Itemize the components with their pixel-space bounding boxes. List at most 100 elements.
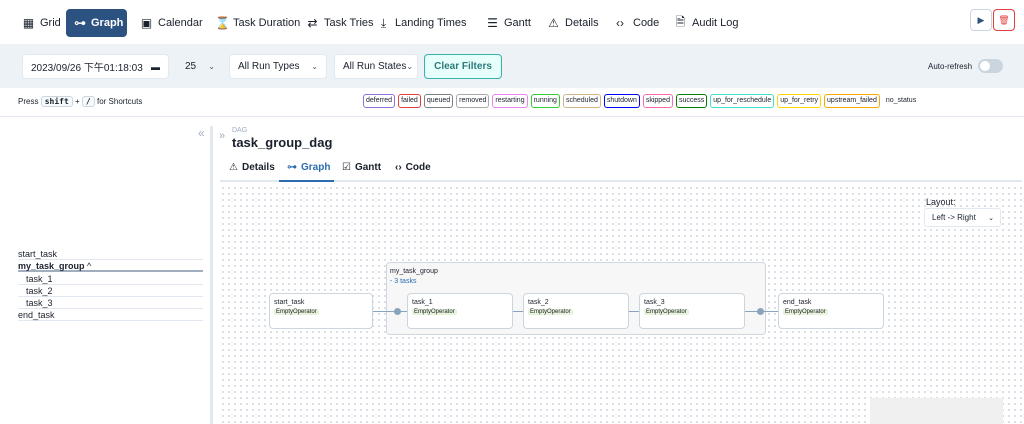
nav-audit-log-label: Audit Log bbox=[692, 17, 739, 29]
nav-gantt-label: Gantt bbox=[504, 17, 531, 29]
gantt-icon: ☑ bbox=[342, 162, 351, 173]
calendar-icon: ▣ bbox=[140, 16, 153, 30]
nav-code[interactable]: ‹› Code bbox=[604, 9, 667, 37]
node-name: task_3 bbox=[644, 299, 665, 306]
legend-queued[interactable]: queued bbox=[423, 94, 454, 108]
tree-row-task-3[interactable]: task_3 bbox=[18, 297, 203, 309]
chevron-down-icon: ⌄ bbox=[208, 62, 215, 71]
layout-label: Layout: bbox=[926, 197, 956, 207]
nav-audit-log[interactable]: 🗎 Audit Log bbox=[666, 9, 746, 37]
node-operator: EmptyOperator bbox=[412, 309, 457, 315]
shift-key: shift bbox=[40, 96, 73, 107]
nav-calendar[interactable]: ▣ Calendar bbox=[132, 9, 211, 37]
nav-grid[interactable]: ▦ Grid bbox=[14, 9, 69, 37]
shortcut-plus: + bbox=[75, 97, 80, 106]
trigger-dag-button[interactable]: ▶ bbox=[970, 9, 992, 31]
tree-label: task_1 bbox=[26, 274, 53, 284]
nav-task-tries-label: Task Tries bbox=[324, 17, 374, 29]
tree-label: task_2 bbox=[26, 286, 53, 296]
graph-node-end-task[interactable]: end_task EmptyOperator bbox=[778, 293, 884, 329]
legend-up-for-retry[interactable]: up_for_retry bbox=[777, 94, 822, 108]
nav-task-duration-label: Task Duration bbox=[233, 17, 301, 29]
tree-row-task-1[interactable]: task_1 bbox=[18, 273, 203, 285]
tree-label: start_task bbox=[18, 249, 58, 259]
datetime-input[interactable]: 2023/09/26 下午01:18:03 ▬ bbox=[22, 54, 169, 79]
clear-filters-button[interactable]: Clear Filters bbox=[424, 54, 502, 79]
graph-icon: ⊶ bbox=[287, 162, 297, 173]
nav-graph-label: Graph bbox=[91, 17, 124, 29]
tab-gantt[interactable]: ☑ Gantt bbox=[342, 162, 381, 173]
graph-minimap[interactable] bbox=[870, 398, 1003, 424]
run-types-value: All Run Types bbox=[238, 61, 300, 72]
run-types-select[interactable]: All Run Types ⌄ bbox=[229, 54, 327, 79]
graph-node-task-1[interactable]: task_1 EmptyOperator bbox=[407, 293, 513, 329]
tab-code-label: Code bbox=[405, 162, 431, 173]
node-operator: EmptyOperator bbox=[644, 309, 689, 315]
status-legend: deferred failed queued removed restartin… bbox=[363, 94, 919, 108]
legend-deferred[interactable]: deferred bbox=[363, 94, 396, 108]
tree-label: my_task_group bbox=[18, 261, 85, 271]
chevron-down-icon: ⌄ bbox=[311, 62, 318, 71]
legend-running[interactable]: running bbox=[530, 94, 560, 108]
graph-node-task-2[interactable]: task_2 EmptyOperator bbox=[523, 293, 629, 329]
retry-icon: ⇄ bbox=[307, 16, 318, 30]
num-runs-select[interactable]: 25 ⌄ bbox=[176, 54, 224, 79]
num-runs-value: 25 bbox=[185, 61, 197, 72]
run-states-select[interactable]: All Run States ⌄ bbox=[334, 54, 418, 79]
dag-label: DAG bbox=[232, 127, 248, 134]
tree-row-task-2[interactable]: task_2 bbox=[18, 285, 203, 297]
panel-resizer[interactable] bbox=[210, 126, 213, 424]
nav-landing-times[interactable]: ⤓ Landing Times bbox=[369, 9, 475, 37]
task-group-count[interactable]: - 3 tasks bbox=[390, 278, 416, 285]
divider bbox=[0, 116, 1024, 117]
graph-edge-join bbox=[757, 308, 764, 315]
tab-details[interactable]: ⚠ Details bbox=[229, 162, 275, 173]
tree-row-end-task[interactable]: end_task bbox=[18, 309, 203, 321]
legend-restarting[interactable]: restarting bbox=[492, 94, 528, 108]
legend-upstream-failed[interactable]: upstream_failed bbox=[824, 94, 880, 108]
layout-select[interactable]: Left -> Right ⌄ bbox=[924, 208, 1001, 227]
expand-panel-icon[interactable]: » bbox=[219, 130, 225, 142]
nav-gantt[interactable]: ☰ Gantt bbox=[478, 9, 539, 37]
collapse-panel-icon[interactable]: « bbox=[198, 126, 205, 140]
nav-details[interactable]: ⚠ Details bbox=[539, 9, 607, 37]
legend-failed[interactable]: failed bbox=[398, 94, 421, 108]
nav-graph[interactable]: ⊶ Graph bbox=[66, 9, 127, 37]
legend-success[interactable]: success bbox=[675, 94, 708, 108]
legend-up-for-reschedule[interactable]: up_for_reschedule bbox=[710, 94, 775, 108]
chevron-up-icon[interactable]: ^ bbox=[87, 261, 91, 271]
node-name: task_2 bbox=[528, 299, 549, 306]
tree-row-start-task[interactable]: start_task bbox=[18, 248, 203, 260]
delete-dag-button[interactable]: 🗑 bbox=[993, 9, 1015, 31]
graph-edge bbox=[372, 311, 408, 312]
gantt-icon: ☰ bbox=[487, 16, 498, 30]
task-group-name: my_task_group bbox=[390, 268, 438, 275]
tab-gantt-label: Gantt bbox=[354, 162, 382, 173]
chevron-down-icon: ⌄ bbox=[406, 62, 414, 71]
node-operator: EmptyOperator bbox=[783, 309, 828, 315]
dag-title[interactable]: task_group_dag bbox=[232, 135, 332, 150]
graph-icon: ⊶ bbox=[74, 16, 86, 30]
auto-refresh-toggle[interactable] bbox=[978, 59, 1003, 73]
node-name: start_task bbox=[274, 299, 305, 306]
legend-removed[interactable]: removed bbox=[456, 94, 490, 108]
tab-code[interactable]: ‹› Code bbox=[395, 162, 431, 173]
trash-icon: 🗑 bbox=[998, 14, 1010, 25]
graph-node-start-task[interactable]: start_task EmptyOperator bbox=[269, 293, 373, 329]
legend-skipped[interactable]: skipped bbox=[642, 94, 673, 108]
calendar-icon: ▬ bbox=[151, 61, 160, 72]
tab-graph-label: Graph bbox=[301, 162, 331, 173]
legend-shutdown[interactable]: shutdown bbox=[603, 94, 640, 108]
filter-bar: 2023/09/26 下午01:18:03 ▬ 25 ⌄ All Run Types… bbox=[0, 44, 1024, 88]
tree-row-group[interactable]: my_task_group ^ bbox=[18, 260, 203, 272]
nav-task-duration[interactable]: ⌛ Task Duration bbox=[207, 9, 308, 37]
legend-scheduled[interactable]: scheduled bbox=[562, 94, 601, 108]
top-nav: ▦ Grid ⊶ Graph ▣ Calendar ⌛ Task Duration ⇄ T… bbox=[0, 0, 1024, 46]
nav-details-label: Details bbox=[565, 17, 599, 29]
tab-graph[interactable]: ⊶ Graph bbox=[287, 162, 330, 173]
nav-code-label: Code bbox=[633, 17, 660, 29]
graph-node-task-3[interactable]: task_3 EmptyOperator bbox=[639, 293, 745, 329]
legend-no-status[interactable]: no_status bbox=[883, 94, 919, 108]
tab-details-label: Details bbox=[241, 162, 275, 173]
tree-label: task_3 bbox=[26, 298, 53, 308]
